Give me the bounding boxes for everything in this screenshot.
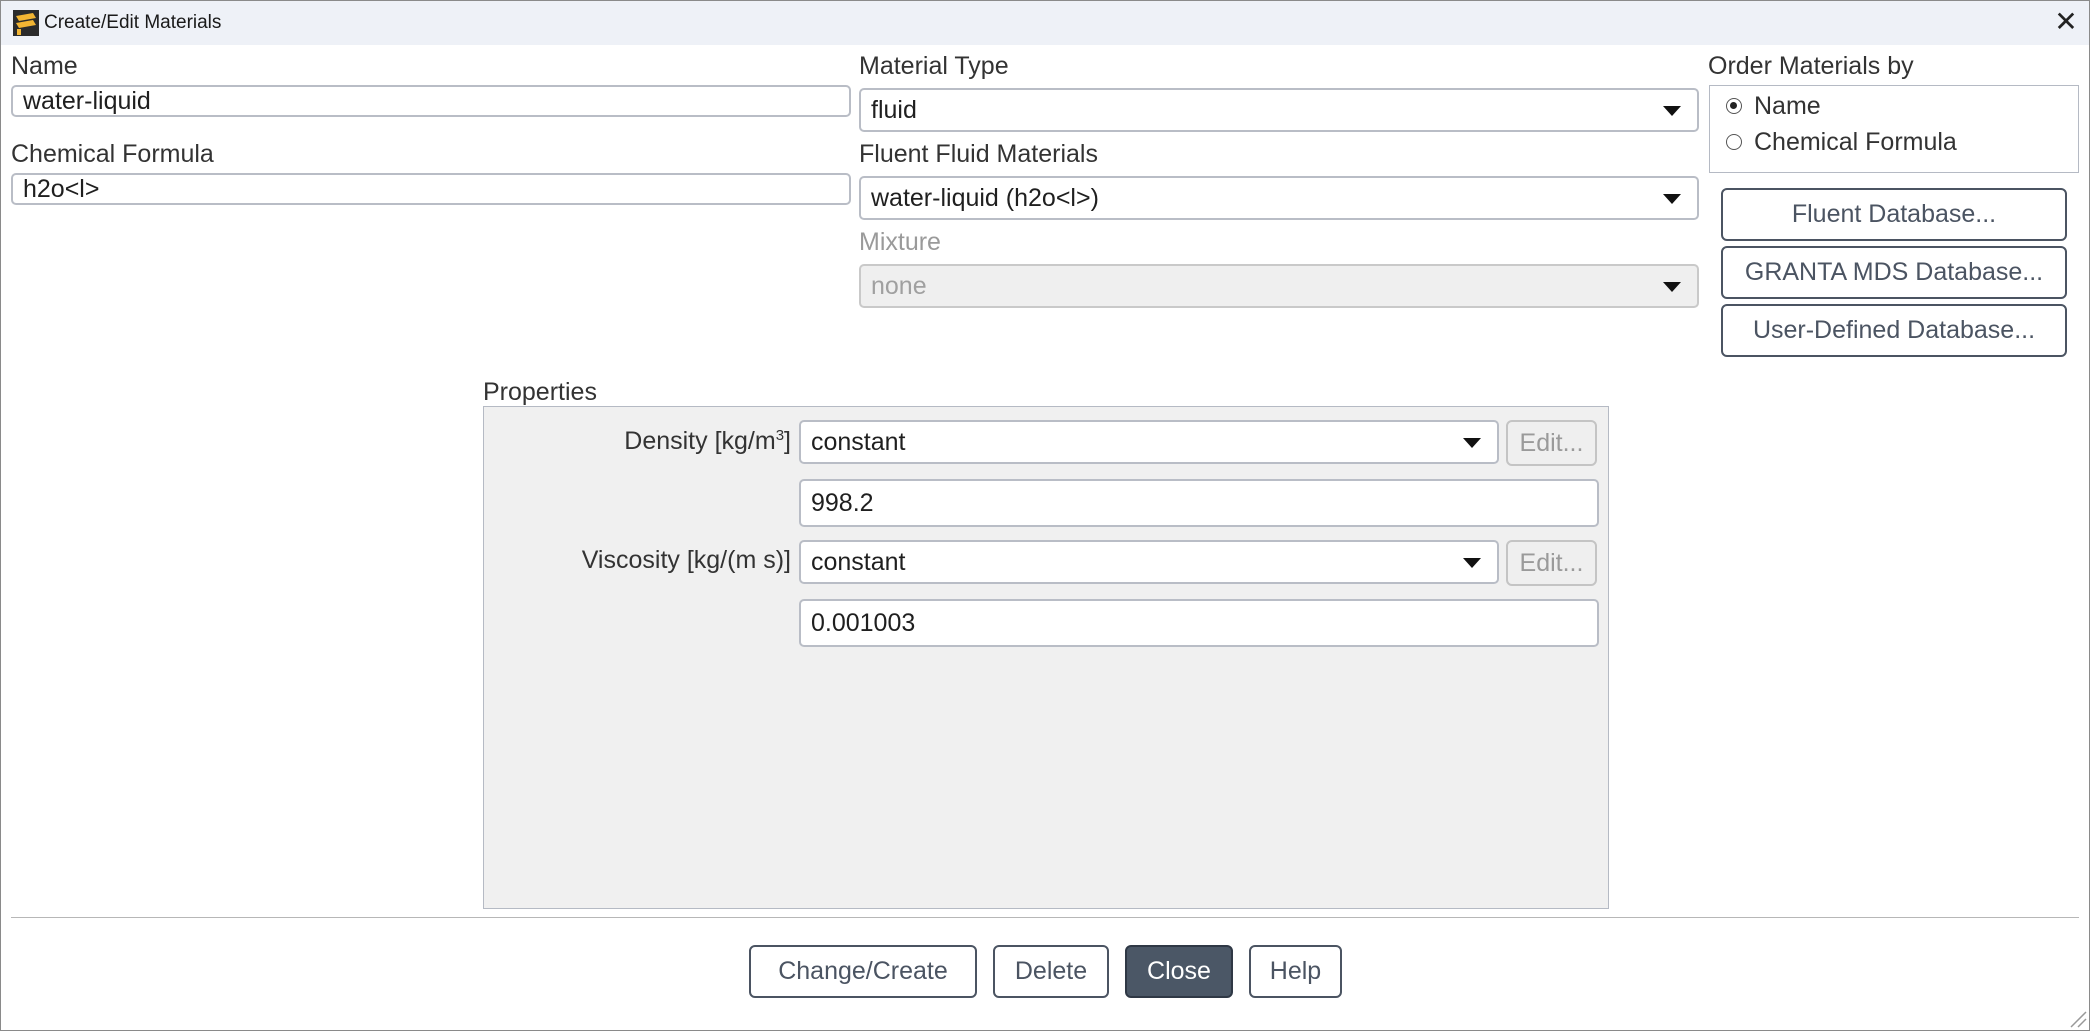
mixture-dropdown[interactable]: none	[859, 264, 1699, 308]
fluent-fluid-materials-value: water-liquid (h2o<l>)	[871, 184, 1099, 212]
chevron-down-icon	[1663, 106, 1681, 116]
material-type-dropdown[interactable]: fluid	[859, 88, 1699, 132]
mixture-value: none	[871, 272, 927, 300]
material-type-label: Material Type	[859, 52, 1009, 80]
resize-grip-icon[interactable]	[2067, 1008, 2087, 1028]
name-field[interactable]: water-liquid	[11, 85, 851, 117]
name-label: Name	[11, 52, 78, 80]
fluent-fluid-materials-label: Fluent Fluid Materials	[859, 140, 1098, 168]
chemical-formula-label: Chemical Formula	[11, 140, 214, 168]
chevron-down-icon	[1663, 194, 1681, 204]
density-method-value: constant	[811, 428, 906, 456]
user-defined-database-button[interactable]: User-Defined Database...	[1721, 304, 2067, 357]
density-method-dropdown[interactable]: constant	[799, 420, 1499, 464]
chevron-down-icon	[1663, 282, 1681, 292]
viscosity-label: Viscosity [kg/(m s)]	[581, 546, 791, 574]
density-edit-button[interactable]: Edit...	[1506, 420, 1597, 466]
density-value-field[interactable]: 998.2	[799, 479, 1599, 527]
chevron-down-icon	[1463, 558, 1481, 568]
material-type-value: fluid	[871, 96, 917, 124]
viscosity-method-dropdown[interactable]: constant	[799, 540, 1499, 584]
chevron-down-icon	[1463, 438, 1481, 448]
order-materials-by-label: Order Materials by	[1708, 52, 1914, 80]
close-button[interactable]: Close	[1125, 945, 1233, 998]
create-edit-materials-dialog: Create/Edit Materials ✕ Name water-liqui…	[0, 0, 2090, 1031]
radio-selected-icon	[1726, 98, 1742, 114]
window-title: Create/Edit Materials	[44, 12, 222, 33]
density-label: Density [kg/m3]	[624, 427, 791, 455]
fluent-app-icon	[13, 10, 39, 36]
help-button[interactable]: Help	[1249, 945, 1342, 998]
fluent-fluid-materials-dropdown[interactable]: water-liquid (h2o<l>)	[859, 176, 1699, 220]
change-create-button[interactable]: Change/Create	[749, 945, 977, 998]
granta-mds-database-button[interactable]: GRANTA MDS Database...	[1721, 246, 2067, 299]
footer-separator	[11, 917, 2079, 918]
viscosity-edit-button[interactable]: Edit...	[1506, 540, 1597, 586]
chemical-formula-field[interactable]: h2o<l>	[11, 173, 851, 205]
viscosity-method-value: constant	[811, 548, 906, 576]
delete-button[interactable]: Delete	[993, 945, 1109, 998]
properties-title: Properties	[483, 378, 597, 406]
viscosity-value-field[interactable]: 0.001003	[799, 599, 1599, 647]
title-bar: Create/Edit Materials ✕	[1, 1, 2089, 45]
fluent-database-button[interactable]: Fluent Database...	[1721, 188, 2067, 241]
radio-unselected-icon	[1726, 134, 1742, 150]
close-icon[interactable]: ✕	[2051, 7, 2081, 37]
mixture-label: Mixture	[859, 228, 941, 256]
